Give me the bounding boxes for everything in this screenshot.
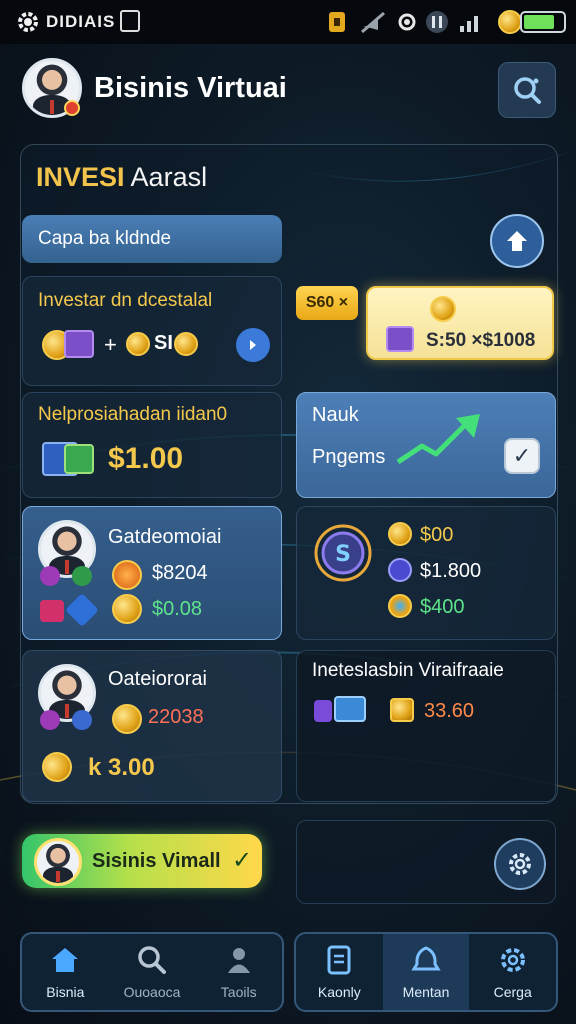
bottom-nav-right: Kaonly Mentan Cerga (294, 932, 558, 1012)
category-pill[interactable]: Capa ba kldnde (22, 215, 282, 263)
nav-item-taoils[interactable]: Taoils (195, 934, 282, 1010)
battery-icon (520, 11, 566, 33)
invest-panel-title: INVESI Aarasl (36, 162, 207, 193)
badge-icon (72, 566, 92, 586)
trend-up-icon (396, 414, 480, 465)
search-icon (138, 946, 166, 974)
investar-title: Investar dn dcestalal (38, 290, 213, 311)
wallet-icon (386, 326, 414, 352)
nauk-line2: Pngems (312, 446, 386, 468)
user-icon (227, 948, 250, 973)
coin-icon (174, 332, 198, 356)
app-title: Bisinis Virtuai (94, 72, 287, 104)
nav-label: Kaonly (317, 984, 361, 1000)
gear-coin-icon (388, 594, 412, 618)
status-bar-text: DIDIAIS (46, 12, 116, 31)
exchange-icon (112, 560, 142, 590)
ineteslasbin-title: Ineteslasbin Viraifraaie (312, 660, 504, 681)
search-button[interactable] (498, 62, 556, 118)
next-arrow-button[interactable] (236, 328, 270, 362)
notification-icon (120, 10, 140, 32)
settings-button[interactable] (494, 838, 546, 890)
svg-text:S: S (335, 542, 351, 567)
gated-card-1-value2: $0.08 (152, 598, 203, 620)
investar-amount: SI (154, 332, 173, 354)
nav-item-bisnia[interactable]: Bisnia (22, 934, 109, 1010)
coin-icon (112, 594, 142, 624)
ineteslasbin-value: 33.60 (424, 700, 475, 722)
money-icon (64, 444, 94, 474)
book-icon (314, 700, 332, 722)
invest-title-rest: Aarasl (130, 162, 208, 192)
check-icon[interactable]: ✓ (504, 438, 540, 474)
gated-card-2-value2: k 3.00 (88, 754, 155, 781)
nav-item-kaonly[interactable]: Kaonly (296, 934, 383, 1010)
badge-icon (388, 558, 412, 582)
document-icon (327, 945, 351, 975)
price-tag[interactable]: S60 × (296, 286, 358, 320)
home-icon (52, 948, 79, 972)
home-arrow-icon (507, 231, 527, 251)
bell-icon (411, 946, 441, 971)
gated-card-1-title: Gatdeomoiai (108, 526, 222, 548)
nav-item-cerga[interactable]: Cerga (469, 934, 556, 1010)
nav-label: Cerga (493, 984, 532, 1000)
invest-title-highlight: INVESI (36, 162, 125, 192)
sync-icon (398, 13, 416, 31)
gated-card-2-value1: 22038 (148, 706, 204, 728)
nelpro-title: Nelprosiahadan iidan0 (38, 404, 228, 425)
coin-icon (498, 10, 522, 34)
check-icon: ✓ (232, 847, 253, 874)
badge-icon (72, 710, 92, 730)
nav-label: Bisnia (46, 984, 85, 1000)
mute-icon (361, 11, 385, 34)
gear-icon[interactable] (14, 8, 42, 36)
gear-icon (500, 948, 525, 972)
building-icon (334, 696, 366, 722)
dollar-ring-icon: S (314, 524, 372, 582)
wifi-icon (426, 11, 448, 33)
coins-value3: $400 (420, 596, 465, 618)
wallet-icon (64, 330, 94, 358)
status-badge (64, 100, 80, 116)
coin-icon (112, 704, 142, 734)
coin-icon (126, 332, 150, 356)
nav-label: Mentan (402, 984, 450, 1000)
bottom-nav-left: Bisnia Ouoaoca Taoils (20, 932, 284, 1012)
gated-card-2-title: Oateiororai (108, 668, 207, 690)
search-icon (514, 77, 541, 104)
badge-icon (40, 710, 60, 730)
nauk-line1: Nauk (312, 404, 359, 426)
nav-item-mentan[interactable]: Mentan (382, 934, 470, 1010)
home-up-button[interactable] (490, 214, 544, 268)
coins-value1: $00 (420, 524, 454, 546)
nav-item-ouoaoca[interactable]: Ouoaoca (109, 934, 196, 1010)
coins-value2: $1.800 (420, 560, 482, 582)
sim-icon (329, 12, 345, 32)
coin-icon (430, 296, 456, 322)
chevron-right-icon (250, 340, 256, 350)
coin-icon (388, 522, 412, 546)
nav-label: Taoils (220, 984, 257, 1000)
nav-label: Ouoaoca (123, 984, 181, 1000)
nelpro-amount: $1.00 (108, 442, 184, 475)
offer-value: S:50 ×$1008 (426, 330, 536, 351)
user-avatar (34, 838, 82, 886)
chart-icon (40, 600, 64, 622)
plus-sign: + (104, 332, 117, 357)
badge-icon (40, 566, 60, 586)
signal-icon (460, 16, 478, 32)
gated-card-1-value1: $8204 (152, 562, 208, 584)
gear-icon (509, 853, 531, 875)
wallet-icon (390, 698, 414, 722)
